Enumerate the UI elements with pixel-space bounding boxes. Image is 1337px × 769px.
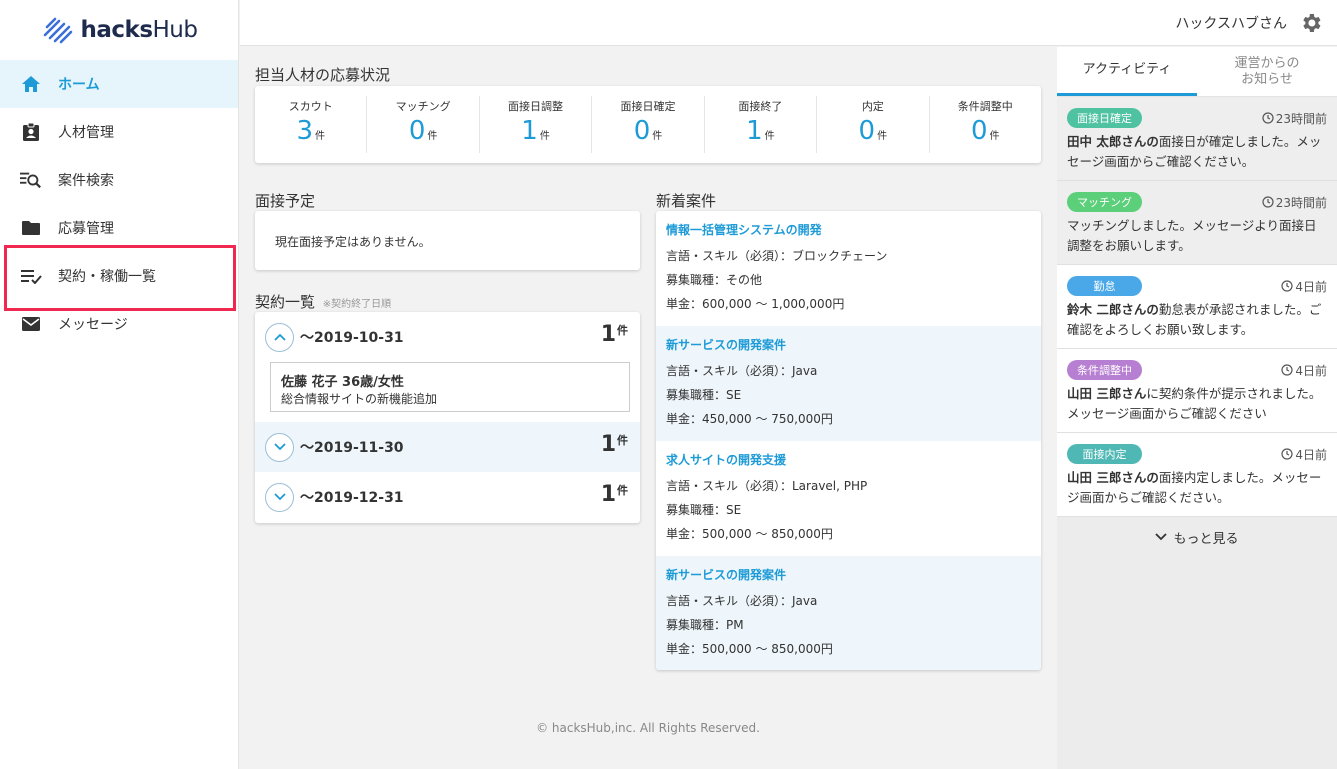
user-name[interactable]: ハックスハブさん <box>1175 13 1287 33</box>
top-bar: ハックスハブさん <box>240 0 1337 46</box>
activity-item[interactable]: 面接内定 4日前 山田 三郎さんの面接内定しました。メッセージ画面からご確認くだ… <box>1057 433 1337 517</box>
contract-row[interactable]: ～2019-11-30 1件 <box>255 422 640 472</box>
chevron-up-icon[interactable] <box>265 322 294 352</box>
project-title-link[interactable]: 情報一括管理システムの開発 <box>666 221 1031 238</box>
sidebar: hacksHub ホーム 人材管理 案件検索 応募管理 契約・稼働一覧 メッセー… <box>0 0 239 769</box>
clock-icon <box>1281 364 1293 376</box>
project-title-link[interactable]: 新サービスの開発案件 <box>666 566 1031 583</box>
projects-card: 情報一括管理システムの開発 言語・スキル（必須）：ブロックチェーン 募集職種：そ… <box>656 211 1041 670</box>
gear-icon[interactable] <box>1299 11 1323 35</box>
status-title: 担当人材の応募状況 <box>255 66 391 84</box>
sidebar-item-label: メッセージ <box>58 317 128 333</box>
status-cell-matching[interactable]: マッチング 0件 <box>367 96 480 153</box>
projects-title: 新着案件 <box>656 192 717 210</box>
activity-panel: アクティビティ 運営からの お知らせ 面接日確定 23時間前 田中 太郎さんの面接… <box>1057 47 1337 769</box>
status-cell-interview-done[interactable]: 面接終了 1件 <box>705 96 818 153</box>
sidebar-item-search[interactable]: 案件検索 <box>0 156 238 204</box>
status-badge: 勤怠 <box>1067 276 1142 296</box>
status-cell-offer[interactable]: 内定 0件 <box>817 96 930 153</box>
clock-icon <box>1262 196 1274 208</box>
checklist-icon <box>20 265 42 287</box>
activity-item[interactable]: 条件調整中 4日前 山田 三郎さんに契約条件が提示されました。メッセージ画面から… <box>1057 349 1337 433</box>
sidebar-item-talent[interactable]: 人材管理 <box>0 108 238 156</box>
folder-icon <box>20 217 42 239</box>
status-cell-interview-fixed[interactable]: 面接日確定 0件 <box>592 96 705 153</box>
status-badge: 面接日確定 <box>1067 108 1142 128</box>
sidebar-item-applications[interactable]: 応募管理 <box>0 204 238 252</box>
status-badge: マッチング <box>1067 192 1142 212</box>
project-item[interactable]: 新サービスの開発案件 言語・スキル（必須）：Java 募集職種：PM 単金：50… <box>656 556 1041 670</box>
contract-detail[interactable]: 佐藤 花子 36歳/女性 総合情報サイトの新機能追加 <box>270 362 630 412</box>
home-icon <box>20 73 42 95</box>
activity-item[interactable]: 面接日確定 23時間前 田中 太郎さんの面接日が確定しました。メッセージ画面から… <box>1057 97 1337 181</box>
sidebar-item-label: ホーム <box>58 77 100 93</box>
contracts-card: ～2019-10-31 1件 佐藤 花子 36歳/女性 総合情報サイトの新機能追… <box>255 312 640 523</box>
status-cell-negotiation[interactable]: 条件調整中 0件 <box>930 96 1041 153</box>
status-badge: 面接内定 <box>1067 444 1142 464</box>
contract-count: 1件 <box>600 482 628 507</box>
sidebar-item-label: 契約・稼働一覧 <box>58 269 156 285</box>
sidebar-nav: ホーム 人材管理 案件検索 応募管理 契約・稼働一覧 メッセージ <box>0 60 238 348</box>
interview-title: 面接予定 <box>255 192 316 210</box>
project-item[interactable]: 求人サイトの開発支援 言語・スキル（必須）：Laravel, PHP 募集職種：… <box>656 441 1041 556</box>
contracts-note: ※契約終了日順 <box>322 299 392 310</box>
clock-icon <box>1262 112 1274 124</box>
hackshub-logo-icon <box>43 17 72 44</box>
contract-count: 1件 <box>600 432 628 457</box>
show-more-button[interactable]: もっと見る <box>1057 517 1337 557</box>
activity-item[interactable]: 勤怠 4日前 鈴木 二郎さんの勤怠表が承認されました。ご確認をよろしくお願い致し… <box>1057 265 1337 349</box>
status-cell-interview-adjust[interactable]: 面接日調整 1件 <box>480 96 593 153</box>
clock-icon <box>1281 280 1293 292</box>
sidebar-item-messages[interactable]: メッセージ <box>0 300 238 348</box>
sidebar-item-label: 人材管理 <box>58 125 114 141</box>
status-cell-scout[interactable]: スカウト 3件 <box>255 96 368 153</box>
interview-empty-text: 現在面接予定はありません。 <box>275 235 431 249</box>
contract-count: 1件 <box>600 322 628 347</box>
chevron-down-icon[interactable] <box>265 432 294 462</box>
footer-copyright: © hacksHub,inc. All Rights Reserved. <box>536 721 760 735</box>
project-item[interactable]: 情報一括管理システムの開発 言語・スキル（必須）：ブロックチェーン 募集職種：そ… <box>656 211 1041 326</box>
interview-card: 現在面接予定はありません。 <box>255 211 640 270</box>
logo[interactable]: hacksHub <box>0 0 238 60</box>
logo-text: hacksHub <box>80 17 198 43</box>
panel-tabs: アクティビティ 運営からの お知らせ <box>1057 47 1337 97</box>
sidebar-item-contracts[interactable]: 契約・稼働一覧 <box>0 252 238 300</box>
mail-icon <box>20 313 42 335</box>
contracts-title: 契約一覧 ※契約終了日順 <box>255 293 392 311</box>
contract-row[interactable]: ～2019-12-31 1件 <box>255 472 640 522</box>
status-card: スカウト 3件 マッチング 0件 面接日調整 1件 面接日確定 0件 面接終了 … <box>255 86 1041 163</box>
project-title-link[interactable]: 求人サイトの開発支援 <box>666 451 1031 468</box>
list-search-icon <box>20 169 42 191</box>
sidebar-item-home[interactable]: ホーム <box>0 60 238 108</box>
project-item[interactable]: 新サービスの開発案件 言語・スキル（必須）：Java 募集職種：SE 単金：45… <box>656 326 1041 441</box>
contract-row[interactable]: ～2019-10-31 1件 <box>255 312 640 362</box>
project-title-link[interactable]: 新サービスの開発案件 <box>666 336 1031 353</box>
tab-activity[interactable]: アクティビティ <box>1057 47 1197 96</box>
chevron-down-icon <box>1155 533 1168 541</box>
sidebar-item-label: 案件検索 <box>58 173 114 189</box>
badge-icon <box>20 121 42 143</box>
chevron-down-icon[interactable] <box>265 482 294 512</box>
status-badge: 条件調整中 <box>1067 360 1142 380</box>
tab-notices[interactable]: 運営からの お知らせ <box>1197 47 1337 96</box>
clock-icon <box>1281 448 1293 460</box>
sidebar-item-label: 応募管理 <box>58 221 114 237</box>
activity-item[interactable]: マッチング 23時間前 マッチングしました。メッセージより面接日調整をお願いしま… <box>1057 181 1337 265</box>
